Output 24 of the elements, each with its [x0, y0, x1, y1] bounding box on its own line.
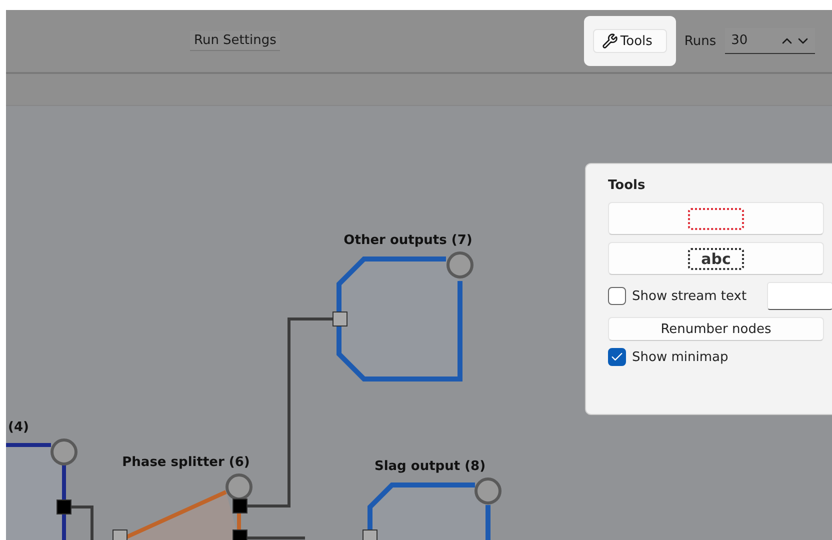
panel-title: Tools: [608, 178, 646, 193]
rectangle-tool-button[interactable]: [608, 202, 824, 235]
node-label: (4): [8, 420, 29, 435]
node-label: Phase splitter (6): [122, 455, 250, 470]
node-label: Other outputs (7): [344, 233, 472, 248]
runs-label: Runs: [684, 34, 716, 48]
process-node[interactable]: [362, 478, 502, 540]
node-label: Slag output (8): [374, 459, 486, 474]
process-node[interactable]: [6, 438, 78, 540]
checkbox-label: Show minimap: [632, 350, 728, 364]
checkbox-label: Show stream text: [632, 288, 747, 304]
text-tool-button[interactable]: abc: [608, 242, 824, 275]
process-node[interactable]: [332, 252, 474, 382]
run-settings-button[interactable]: Run Settings: [190, 31, 280, 51]
checkbox[interactable]: [608, 287, 626, 305]
wrench-icon: [602, 33, 618, 49]
tools-button[interactable]: Tools: [593, 29, 668, 53]
runs-field[interactable]: 30: [729, 32, 774, 49]
checkbox[interactable]: [608, 348, 626, 366]
renumber-nodes-button[interactable]: Renumber nodes: [608, 317, 824, 341]
process-node[interactable]: [112, 474, 252, 540]
connector-line: [71, 506, 94, 540]
stream-text-field[interactable]: [766, 282, 832, 310]
connector-line: [247, 536, 305, 540]
